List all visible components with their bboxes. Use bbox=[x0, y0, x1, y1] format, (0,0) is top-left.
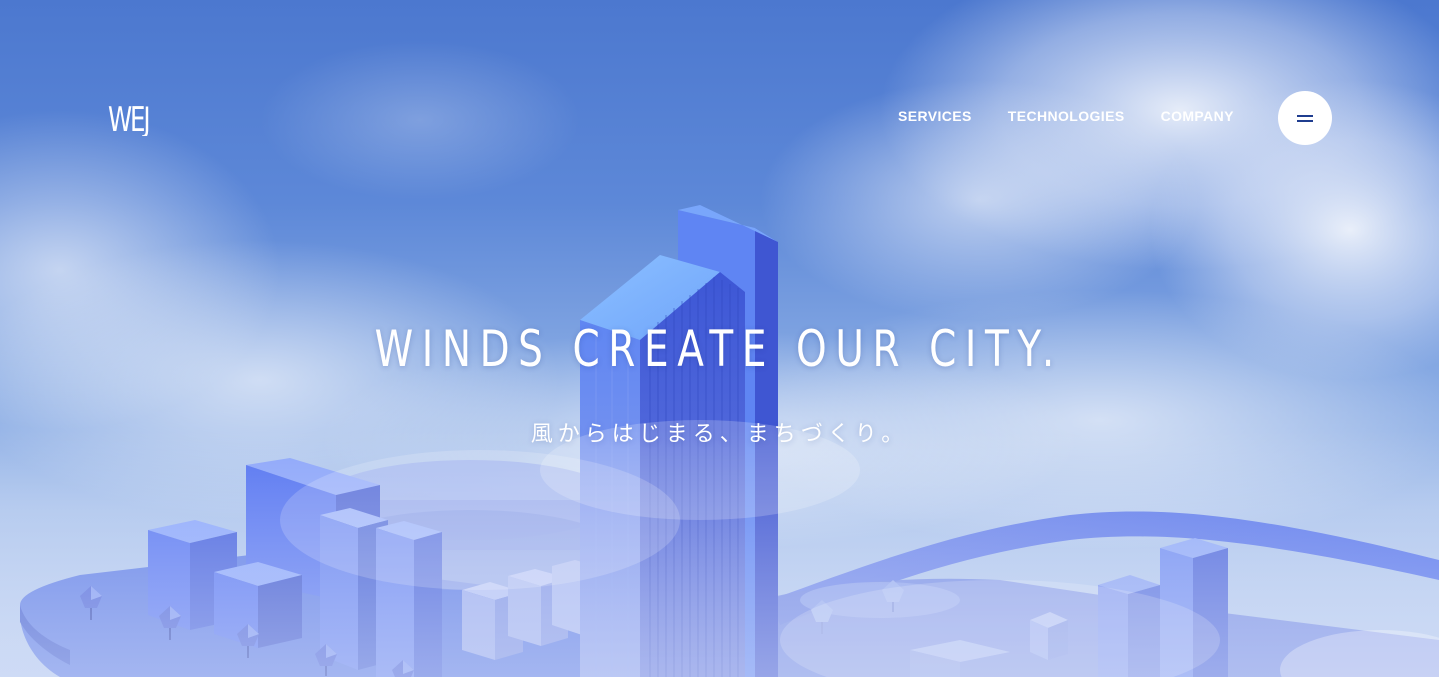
nav-technologies[interactable]: TECHNOLOGIES bbox=[990, 106, 1143, 126]
menu-button[interactable] bbox=[1278, 91, 1332, 145]
hero-section: WEJ SERVICES TECHNOLOGIES COMPANY WINDS … bbox=[0, 0, 1439, 677]
nav-company[interactable]: COMPANY bbox=[1143, 106, 1252, 126]
menu-icon bbox=[1297, 114, 1313, 122]
wej-logo[interactable]: WEJ bbox=[108, 98, 158, 136]
nav-services[interactable]: SERVICES bbox=[880, 106, 990, 126]
hero-headline: WINDS CREATE OUR CITY. bbox=[374, 320, 1063, 378]
hero-subline: 風からはじまる、まちづくり。 bbox=[530, 422, 909, 447]
svg-text:WEJ: WEJ bbox=[108, 100, 148, 136]
main-nav: SERVICES TECHNOLOGIES COMPANY bbox=[880, 106, 1252, 126]
